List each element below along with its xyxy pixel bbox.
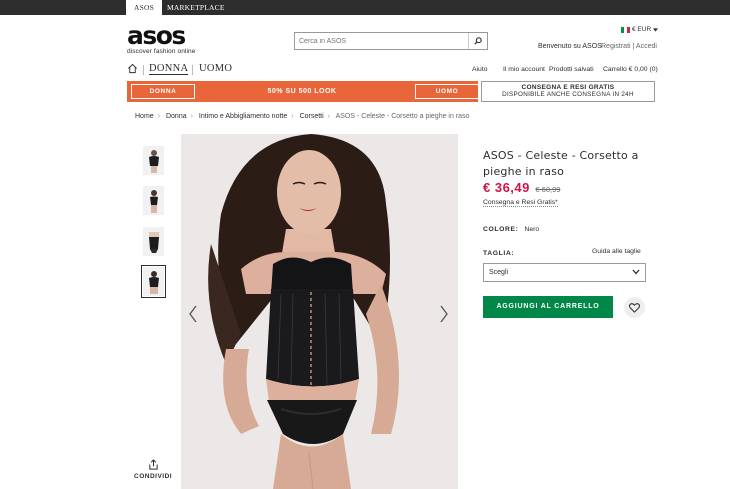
thumbnail-figure: [149, 189, 158, 213]
currency-label: € EUR: [632, 26, 652, 33]
account-separator: |: [632, 43, 635, 50]
search-bar: [294, 32, 488, 50]
promo-text: 50% SU 500 LOOK: [267, 88, 337, 95]
login-link[interactable]: Accedi: [636, 43, 657, 50]
promo-donna-button[interactable]: DONNA: [131, 84, 195, 99]
thumbnail-figure: [148, 149, 159, 173]
cart-link[interactable]: Carrello € 0,00 (0): [603, 66, 658, 73]
search-button[interactable]: [468, 33, 487, 49]
delivery-headline: CONSEGNA E RESI GRATIS: [521, 84, 615, 91]
breadcrumb-current: ASOS - Celeste - Corsetto a pieghe in ra…: [335, 113, 470, 120]
chevron-down-icon: [632, 269, 640, 275]
tab-marketplace[interactable]: MARKETPLACE: [167, 0, 225, 15]
locale-selector[interactable]: € EUR: [621, 26, 659, 33]
main-nav: DONNA UOMO Aiuto Il mio account Prodotti…: [127, 62, 658, 78]
top-bar: ASOS MARKETPLACE: [0, 0, 730, 15]
asos-logo[interactable]: asos discover fashion online: [127, 21, 199, 55]
caret-down-icon: [653, 27, 659, 32]
search-icon: [474, 37, 482, 45]
thumbnail-figure: [148, 270, 159, 294]
italy-flag-icon: [621, 26, 630, 33]
welcome-text: Benvenuto su ASOS: [538, 43, 602, 50]
delivery-banner[interactable]: CONSEGNA E RESI GRATIS DISPONIBILE ANCHE…: [481, 81, 655, 102]
add-to-cart-button[interactable]: AGGIUNGI AL CARRELLO: [483, 296, 613, 318]
size-label: TAGLIA:: [483, 250, 515, 257]
breadcrumb-donna[interactable]: Donna: [166, 113, 187, 120]
promo-banner: DONNA 50% SU 500 LOOK UOMO: [127, 81, 479, 102]
product-thumbnail-1[interactable]: [143, 146, 164, 175]
product-thumbnail-4[interactable]: [141, 265, 166, 298]
product-title: ASOS - Celeste - Corsetto a pieghe in ra…: [483, 149, 639, 178]
account-links: Registrati | Accedi: [601, 43, 657, 50]
nav-donna[interactable]: DONNA: [149, 63, 189, 75]
chevron-right-icon: [440, 305, 448, 323]
nav-divider: [143, 65, 144, 75]
size-select-value: Scegli: [489, 269, 509, 276]
saved-items-link[interactable]: Prodotti salvati: [549, 66, 594, 73]
previous-price: € 60,99: [535, 185, 561, 194]
logo-wordmark: asos: [127, 21, 186, 50]
breadcrumb-home[interactable]: Home: [135, 113, 154, 120]
home-icon[interactable]: [127, 63, 138, 76]
thumbnail-figure: [148, 231, 159, 253]
my-account-link[interactable]: Il mio account: [503, 66, 545, 73]
nav-divider: [192, 65, 193, 75]
chevron-left-icon: [189, 305, 197, 323]
promo-uomo-button[interactable]: UOMO: [415, 84, 479, 99]
next-image-button[interactable]: [439, 305, 449, 325]
share-button[interactable]: CONDIVIDI: [134, 459, 172, 480]
search-input[interactable]: [295, 33, 468, 49]
size-guide-link[interactable]: Guida alle taglie: [592, 248, 641, 255]
color-row: COLORE: Nero: [483, 226, 539, 233]
current-price: € 36,49: [483, 180, 530, 195]
breadcrumb-intimo[interactable]: Intimo e Abbigliamento notte: [199, 113, 287, 120]
model-photo: [181, 134, 458, 489]
product-main-image[interactable]: [181, 134, 458, 489]
register-link[interactable]: Registrati: [601, 43, 631, 50]
share-label: CONDIVIDI: [134, 473, 173, 480]
nav-uomo[interactable]: UOMO: [199, 63, 232, 74]
color-value: Nero: [524, 226, 540, 233]
help-link[interactable]: Aiuto: [472, 66, 488, 73]
delivery-subline: DISPONIBILE ANCHE CONSEGNA IN 24H: [502, 91, 634, 98]
product-thumbnail-3[interactable]: [143, 227, 164, 256]
product-price: € 36,49 € 60,99: [483, 180, 560, 195]
breadcrumb-corsetti[interactable]: Corsetti: [300, 113, 324, 120]
product-thumbnail-2[interactable]: [143, 186, 164, 215]
breadcrumb: Home › Donna › Intimo e Abbigliamento nott…: [135, 113, 470, 120]
previous-image-button[interactable]: [188, 305, 198, 325]
logo-tagline: discover fashion online: [127, 48, 196, 55]
tab-asos[interactable]: ASOS: [126, 0, 162, 15]
share-icon: [148, 459, 158, 470]
heart-icon: [629, 302, 640, 313]
delivery-returns-link[interactable]: Consegna e Resi Gratis*: [483, 199, 558, 207]
wishlist-button[interactable]: [624, 297, 645, 318]
size-select[interactable]: Scegli: [483, 263, 646, 282]
color-label: COLORE:: [483, 226, 519, 233]
